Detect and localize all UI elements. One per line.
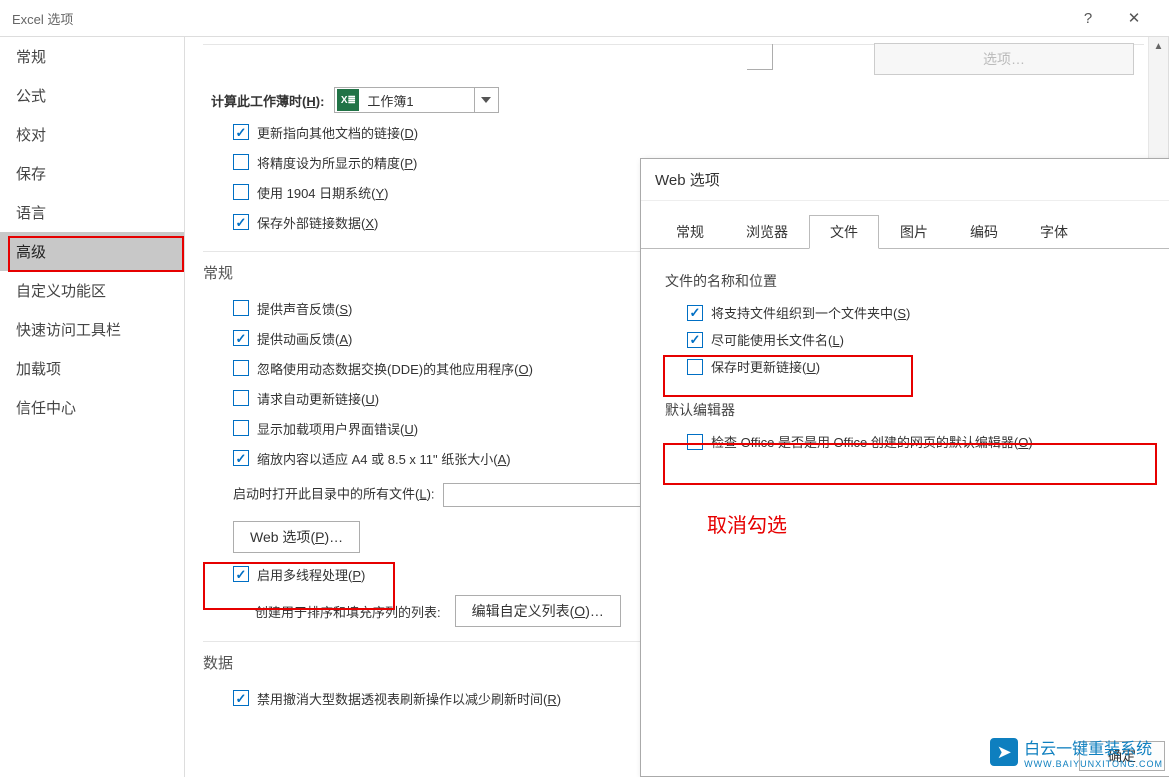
sortlist-label: 创建用于排序和填充序列的列表: xyxy=(255,602,441,621)
checkbox[interactable] xyxy=(233,300,249,316)
web-options-button[interactable]: Web 选项(P)… xyxy=(233,521,360,553)
web-opt-checkeditor[interactable]: 检查 Office 是否是用 Office 创建的网页的默认编辑器(O) xyxy=(665,428,1155,455)
web-options-body: 文件的名称和位置 将支持文件组织到一个文件夹中(S) 尽可能使用长文件名(L) … xyxy=(641,249,1169,469)
watermark-sub: WWW.BAIYUNXITONG.COM xyxy=(1024,759,1163,769)
sidebar-item-general[interactable]: 常规 xyxy=(0,37,184,76)
tab-pictures[interactable]: 图片 xyxy=(879,215,949,249)
web-opt-updatelinks[interactable]: 保存时更新链接(U) xyxy=(665,353,1155,380)
checkbox[interactable] xyxy=(687,359,703,375)
sidebar-item-language[interactable]: 语言 xyxy=(0,193,184,232)
web-opt-longnames[interactable]: 尽可能使用长文件名(L) xyxy=(665,326,1155,353)
scroll-up-icon[interactable]: ▲ xyxy=(1149,37,1168,57)
calc-workbook-row: 计算此工作薄时(H): X≣ 工作簿1 xyxy=(203,83,1144,117)
annotation-text: 取消勾选 xyxy=(707,509,787,538)
calc-opt-0[interactable]: 更新指向其他文档的链接(D) xyxy=(203,117,1144,147)
edit-custom-lists-button[interactable]: 编辑自定义列表(O)… xyxy=(455,595,621,627)
group-filenames: 文件的名称和位置 xyxy=(665,271,1155,291)
checkbox[interactable] xyxy=(233,330,249,346)
web-options-dialog: Web 选项 常规 浏览器 文件 图片 编码 字体 文件的名称和位置 将支持文件… xyxy=(640,158,1169,777)
checkbox[interactable] xyxy=(233,566,249,582)
sidebar-item-trust[interactable]: 信任中心 xyxy=(0,388,184,427)
dialog-title: Excel 选项 xyxy=(12,9,1065,28)
excel-icon: X≣ xyxy=(337,89,359,111)
watermark-icon: ➤ xyxy=(990,738,1018,766)
checkbox[interactable] xyxy=(233,420,249,436)
cutoff-combo-fragment xyxy=(747,44,773,70)
title-bar: Excel 选项 ? ✕ xyxy=(0,0,1169,36)
sidebar-item-advanced[interactable]: 高级 xyxy=(0,232,184,271)
group-editor: 默认编辑器 xyxy=(665,400,1155,420)
tab-fonts[interactable]: 字体 xyxy=(1019,215,1089,249)
web-options-tabs: 常规 浏览器 文件 图片 编码 字体 xyxy=(641,201,1169,249)
checkbox[interactable] xyxy=(233,690,249,706)
ghost-button: 选项… xyxy=(874,43,1134,75)
tab-files[interactable]: 文件 xyxy=(809,215,879,249)
tab-encoding[interactable]: 编码 xyxy=(949,215,1019,249)
web-opt-organize[interactable]: 将支持文件组织到一个文件夹中(S) xyxy=(665,299,1155,326)
calc-label: 计算此工作薄时(H): xyxy=(211,91,324,110)
checkbox[interactable] xyxy=(233,124,249,140)
close-button[interactable]: ✕ xyxy=(1111,3,1157,33)
category-sidebar: 常规 公式 校对 保存 语言 高级 自定义功能区 快速访问工具栏 加载项 信任中… xyxy=(0,37,185,777)
checkbox[interactable] xyxy=(233,390,249,406)
checkbox[interactable] xyxy=(233,450,249,466)
checkbox[interactable] xyxy=(233,214,249,230)
sidebar-item-formulas[interactable]: 公式 xyxy=(0,76,184,115)
watermark-text: 白云一键重装系统 xyxy=(1024,741,1152,758)
checkbox[interactable] xyxy=(687,332,703,348)
sidebar-item-addins[interactable]: 加载项 xyxy=(0,349,184,388)
workbook-combo-value: 工作簿1 xyxy=(361,91,473,110)
tab-browsers[interactable]: 浏览器 xyxy=(725,215,809,249)
checkbox[interactable] xyxy=(233,360,249,376)
workbook-combo[interactable]: X≣ 工作簿1 xyxy=(334,87,498,113)
watermark: ➤ 白云一键重装系统 WWW.BAIYUNXITONG.COM xyxy=(990,735,1163,769)
sidebar-item-ribbon[interactable]: 自定义功能区 xyxy=(0,271,184,310)
checkbox[interactable] xyxy=(687,434,703,450)
checkbox[interactable] xyxy=(233,154,249,170)
sidebar-item-qat[interactable]: 快速访问工具栏 xyxy=(0,310,184,349)
sidebar-item-save[interactable]: 保存 xyxy=(0,154,184,193)
chevron-down-icon[interactable] xyxy=(474,88,498,112)
tab-general[interactable]: 常规 xyxy=(655,215,725,249)
sidebar-item-proofing[interactable]: 校对 xyxy=(0,115,184,154)
checkbox[interactable] xyxy=(233,184,249,200)
checkbox[interactable] xyxy=(687,305,703,321)
help-button[interactable]: ? xyxy=(1065,3,1111,33)
web-options-title: Web 选项 xyxy=(641,159,1169,201)
